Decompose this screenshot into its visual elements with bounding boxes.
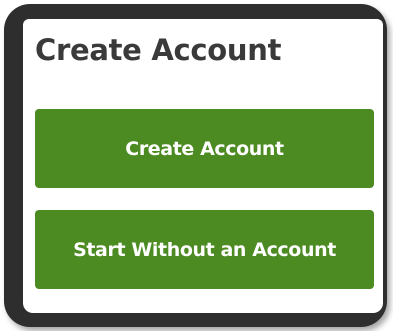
start-without-account-button[interactable]: Start Without an Account: [35, 210, 374, 289]
panel-title: Create Account: [35, 33, 282, 67]
create-account-button[interactable]: Create Account: [35, 109, 374, 188]
